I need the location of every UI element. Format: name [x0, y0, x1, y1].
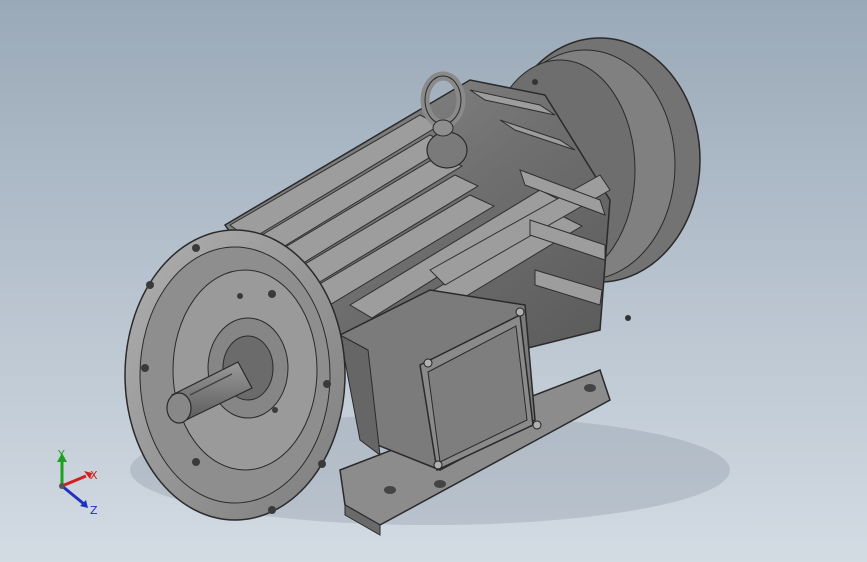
- motor-model[interactable]: [0, 0, 867, 562]
- x-axis-label: X: [90, 469, 98, 482]
- graphics-viewport[interactable]: Y X Z: [0, 0, 867, 562]
- y-axis-label: Y: [57, 448, 65, 461]
- z-axis-line: [61, 484, 85, 506]
- z-axis-label: Z: [90, 504, 98, 517]
- triad-origin: [59, 483, 65, 489]
- axis-triad: Y X Z: [57, 448, 98, 517]
- x-axis-line: [61, 474, 87, 488]
